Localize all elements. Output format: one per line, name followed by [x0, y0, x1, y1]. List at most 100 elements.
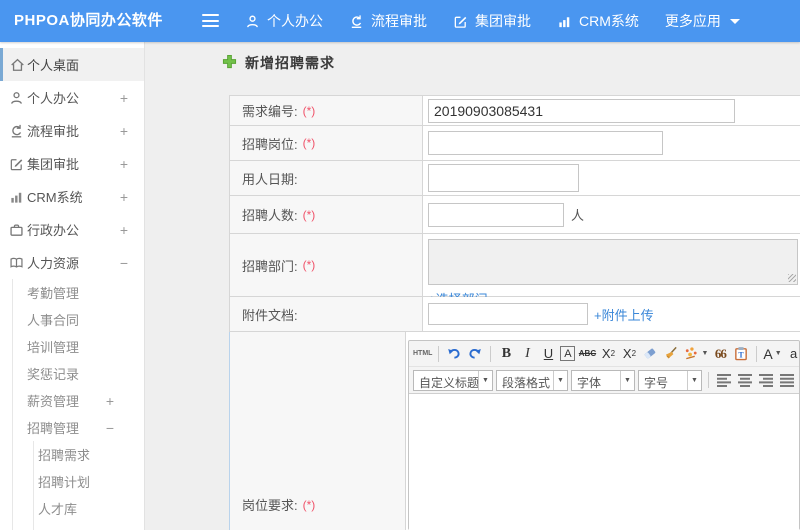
redo-icon[interactable] [466, 344, 484, 364]
field-label: 招聘岗位: [242, 136, 298, 152]
topnav-label: 流程审批 [371, 13, 427, 29]
superscript-button[interactable]: X2 [599, 344, 617, 364]
expand-toggle[interactable]: + [120, 189, 128, 205]
expand-toggle[interactable]: + [120, 222, 128, 238]
field-value-cell: +选择部门 [423, 234, 800, 307]
sidebar-label: 个人桌面 [27, 58, 80, 73]
expand-toggle[interactable]: + [120, 123, 128, 139]
align-right-icon[interactable] [757, 373, 775, 388]
sidebar-label: 招聘需求 [38, 448, 91, 463]
sidebar-item-admin-office[interactable]: 行政办公 + [0, 213, 144, 246]
editor-content-area[interactable] [409, 394, 799, 530]
source-code-button[interactable]: HTML [413, 344, 432, 364]
sidebar-item-personal-desktop[interactable]: 个人桌面 [0, 48, 144, 81]
sidebar-item-attendance-mgmt[interactable]: 考勤管理 [0, 279, 144, 306]
topnav-label: 集团审批 [475, 13, 531, 29]
attachment-upload-link[interactable]: +附件上传 [594, 305, 654, 324]
field-label: 招聘人数: [242, 208, 298, 223]
menu-toggle-icon[interactable] [202, 14, 219, 27]
bold-button[interactable]: B [497, 344, 515, 364]
strikethrough-button[interactable]: ABC [578, 344, 596, 364]
sidebar-item-hr-contract[interactable]: 人事合同 [0, 306, 144, 333]
topnav-personal-office[interactable]: 个人办公 [245, 11, 323, 31]
format-brush-icon[interactable] [662, 344, 680, 364]
sidebar-label: 人事合同 [27, 313, 80, 328]
italic-button[interactable]: I [518, 344, 536, 364]
sidebar-item-workflow-approval[interactable]: 流程审批 + [0, 114, 144, 147]
hire-date-input[interactable] [428, 164, 579, 192]
blockquote-button[interactable]: 66 [711, 344, 729, 364]
align-left-icon[interactable] [715, 373, 733, 388]
topnav-crm-system[interactable]: CRM系统 [557, 11, 639, 31]
sidebar-label: 人才库 [38, 502, 78, 517]
sidebar-item-personal-office[interactable]: 个人办公 + [0, 81, 144, 114]
paragraph-format-select[interactable]: 段落格式 ▼ [496, 369, 568, 391]
caret-down-icon: ▼ [774, 350, 782, 357]
sidebar-label: 流程审批 [27, 124, 80, 139]
required-mark: (*) [302, 136, 316, 150]
align-justify-icon[interactable] [778, 373, 796, 388]
user-icon [245, 14, 260, 29]
sidebar-item-recruit-demand[interactable]: 招聘需求 [0, 441, 144, 468]
eraser-icon[interactable] [641, 344, 659, 364]
caret-down-icon: ▼ [620, 370, 634, 390]
attachment-input[interactable] [428, 303, 588, 325]
department-textarea[interactable] [428, 239, 798, 285]
topnav-more-apps[interactable]: 更多应用 [665, 11, 740, 31]
form-row-department: 招聘部门: (*) +选择部门 [229, 234, 800, 307]
topnav-workflow-approval[interactable]: 流程审批 [349, 11, 427, 31]
collapse-toggle[interactable]: − [106, 420, 114, 436]
collapse-toggle[interactable]: − [120, 255, 128, 271]
font-family-select[interactable]: 字体 ▼ [571, 369, 635, 391]
sidebar-item-salary-mgmt[interactable]: 薪资管理 + [0, 387, 144, 414]
demand-no-input[interactable] [428, 98, 735, 123]
field-label-cell: 招聘岗位: (*) [230, 126, 423, 160]
caret-down-icon: ▼ [553, 370, 567, 390]
sidebar-label: 人力资源 [27, 256, 80, 271]
underline-button[interactable]: U [539, 344, 557, 364]
field-label: 岗位要求: [242, 498, 298, 513]
required-mark: (*) [302, 258, 316, 272]
expand-toggle[interactable]: + [106, 393, 114, 409]
briefcase-icon [9, 222, 24, 237]
form-row-requirements: 岗位要求: (*) HTML B I U A ABC X 2 X 2 ▼ 66 … [229, 332, 800, 530]
topnav-label: 个人办公 [267, 13, 323, 29]
expand-toggle[interactable]: + [120, 90, 128, 106]
sidebar-item-human-resources[interactable]: 人力资源 − [0, 246, 144, 279]
font-style-button[interactable]: A [560, 346, 576, 361]
font-size-select[interactable]: 字号 ▼ [638, 369, 702, 391]
required-mark: (*) [302, 103, 316, 118]
headcount-input[interactable] [428, 202, 564, 227]
field-label: 招聘部门: [242, 258, 298, 274]
sidebar-item-recruit-plan[interactable]: 招聘计划 [0, 468, 144, 495]
custom-heading-select[interactable]: 自定义标题 ▼ [413, 369, 493, 391]
sidebar-item-reward-punishment[interactable]: 奖惩记录 [0, 360, 144, 387]
topnav-label: 更多应用 [664, 13, 721, 29]
highlight-pen-icon[interactable]: ▼ [683, 344, 708, 364]
paste-icon[interactable]: T [732, 344, 750, 364]
field-label-cell: 招聘人数: (*) [230, 196, 423, 233]
position-input[interactable] [428, 131, 663, 155]
page-title-text: 新增招聘需求 [245, 55, 335, 71]
department-textarea-wrap [428, 239, 798, 285]
align-center-icon[interactable] [736, 373, 754, 388]
undo-icon[interactable] [445, 344, 463, 364]
background-color-button[interactable]: a [785, 344, 799, 364]
edit-square-icon [453, 14, 468, 29]
sidebar-item-group-approval[interactable]: 集团审批 + [0, 147, 144, 180]
bar-chart-icon [9, 189, 24, 204]
subscript-button[interactable]: X2 [620, 344, 638, 364]
caret-down-icon: ▼ [701, 350, 709, 357]
required-mark: (*) [302, 207, 316, 222]
sidebar-item-talent-pool[interactable]: 人才库 [0, 495, 144, 522]
sidebar-item-training-mgmt[interactable]: 培训管理 [0, 333, 144, 360]
sidebar-item-crm-system[interactable]: CRM系统 + [0, 180, 144, 213]
caret-down-icon: ▼ [687, 370, 701, 390]
topnav-group-approval[interactable]: 集团审批 [453, 11, 531, 31]
expand-toggle[interactable]: + [120, 156, 128, 172]
field-label-cell: 需求编号: (*) [230, 96, 423, 125]
sidebar-label: 考勤管理 [27, 286, 80, 301]
sidebar-item-recruit-mgmt[interactable]: 招聘管理 − [0, 414, 144, 441]
sidebar-label: 招聘管理 [27, 421, 80, 436]
font-color-button[interactable]: A ▼ [763, 344, 781, 364]
